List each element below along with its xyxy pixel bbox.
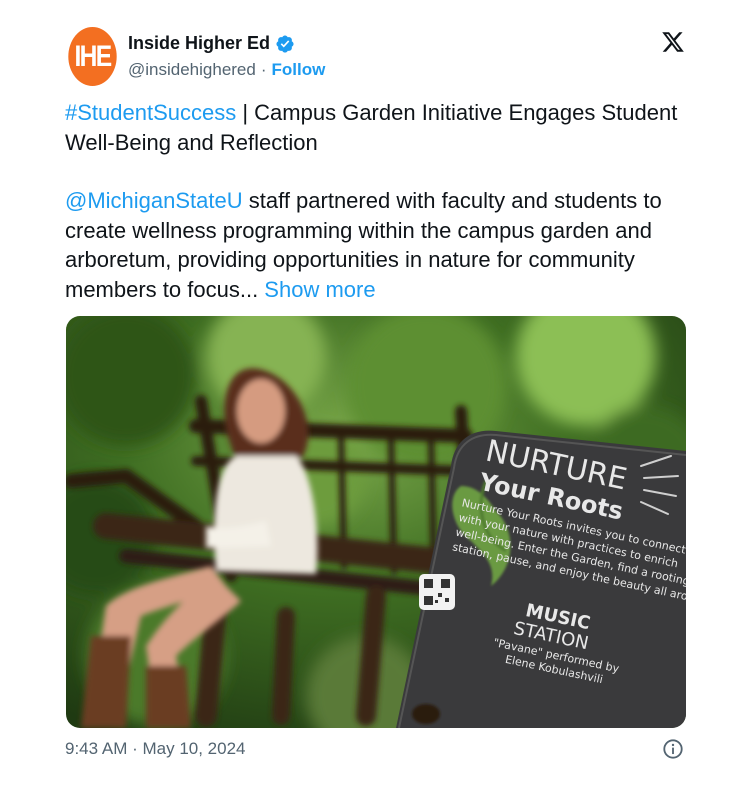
follow-button[interactable]: Follow [272, 60, 326, 80]
tweet-body: @MichiganStateU staff partnered with fac… [65, 186, 695, 304]
hashtag-link[interactable]: #StudentSuccess [65, 100, 236, 125]
avatar[interactable]: IHE [68, 27, 117, 86]
tweet-photo[interactable]: NURTURE Your Roots Nurture Your Roots in… [66, 316, 686, 728]
avatar-text: IHE [74, 39, 112, 73]
show-more-link[interactable]: Show more [264, 277, 375, 302]
info-icon[interactable] [662, 738, 684, 760]
separator-dot: · [260, 60, 267, 79]
mention-link[interactable]: @MichiganStateU [65, 188, 243, 213]
author-handle-row: @insidehighered · Follow [128, 60, 325, 80]
author-name[interactable]: Inside Higher Ed [128, 33, 270, 54]
qr-code-icon [419, 574, 455, 610]
x-logo-icon[interactable] [660, 30, 686, 54]
tweet-text: #StudentSuccess | Campus Garden Initiati… [65, 98, 695, 304]
garden-photo: NURTURE Your Roots Nurture Your Roots in… [66, 316, 686, 728]
tweet-timestamp[interactable]: 9:43 AM · May 10, 2024 [65, 739, 246, 759]
tweet-headline: #StudentSuccess | Campus Garden Initiati… [65, 98, 695, 157]
verified-badge-icon [276, 34, 294, 53]
author-name-row: Inside Higher Ed [128, 33, 295, 54]
author-handle[interactable]: @insidehighered [128, 60, 256, 80]
